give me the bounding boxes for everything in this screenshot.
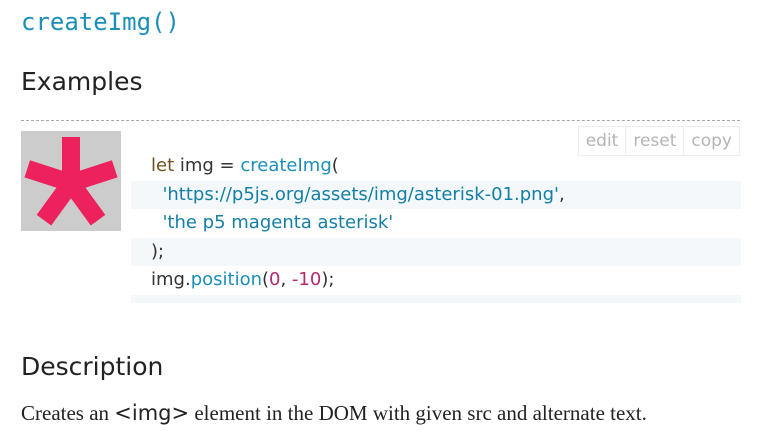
code-text: );: [321, 269, 335, 291]
reset-button[interactable]: reset: [625, 127, 684, 155]
code-text: ,: [558, 183, 565, 205]
code-text: ,: [280, 269, 292, 291]
magenta-asterisk-icon: [21, 131, 121, 231]
code-text: (: [261, 269, 270, 291]
code-line-1: let img = createImg(: [131, 152, 741, 181]
code-function: position: [190, 269, 262, 291]
code-number: -10: [291, 269, 322, 291]
code-text: (: [331, 155, 339, 176]
code-text: );: [151, 240, 165, 262]
code-function: createImg: [240, 155, 332, 176]
copy-button[interactable]: copy: [683, 127, 739, 155]
code-line-3: 'the p5 magenta asterisk': [131, 209, 741, 238]
code-line-4: );: [131, 237, 741, 267]
code-line-2: 'https://p5js.org/assets/img/asterisk-01…: [131, 180, 741, 210]
code-text: img =: [174, 155, 241, 176]
example-output-canvas: [21, 131, 121, 231]
code-string: 'https://p5js.org/assets/img/asterisk-01…: [162, 183, 559, 205]
example-code-block[interactable]: let img = createImg( 'https://p5js.org/a…: [131, 152, 741, 303]
code-text: img.: [151, 269, 191, 291]
code-line-5: img.position(0, -10);: [131, 266, 741, 295]
description-text-end: element in the DOM with given src and al…: [189, 401, 647, 425]
description-text: Creates an <img> element in the DOM with…: [21, 401, 647, 426]
code-number: 0: [269, 269, 281, 291]
code-block-footer: [131, 294, 741, 303]
examples-heading: Examples: [21, 67, 143, 96]
function-title: createImg(): [21, 8, 180, 36]
code-keyword: let: [151, 155, 175, 176]
examples-divider: [21, 120, 740, 121]
description-heading: Description: [21, 352, 164, 381]
edit-button[interactable]: edit: [578, 127, 626, 155]
description-text-start: Creates an: [21, 401, 115, 425]
description-tag: <img>: [114, 401, 190, 425]
code-string: 'the p5 magenta asterisk': [162, 212, 394, 234]
